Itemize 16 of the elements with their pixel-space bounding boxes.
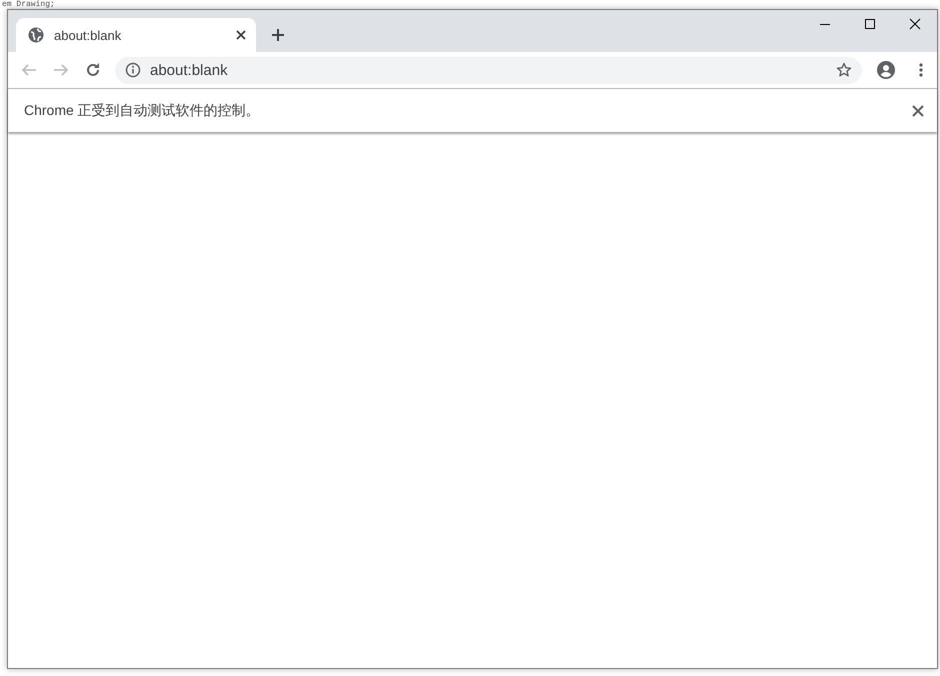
tab[interactable]: about:blank xyxy=(16,18,256,52)
maximize-icon[interactable] xyxy=(864,18,876,30)
reload-icon[interactable] xyxy=(85,62,101,78)
star-icon[interactable] xyxy=(836,62,852,78)
info-icon xyxy=(125,62,141,78)
plus-icon[interactable] xyxy=(271,28,285,42)
address-bar[interactable]: about:blank xyxy=(115,56,862,84)
close-icon[interactable] xyxy=(236,30,246,40)
menu-icon[interactable] xyxy=(919,63,923,77)
background-text: em Drawing; xyxy=(2,0,55,9)
infobar-message: Chrome 正受到自动测试软件的控制。 xyxy=(24,102,260,120)
close-icon[interactable] xyxy=(908,18,920,30)
close-icon[interactable] xyxy=(912,104,924,116)
globe-icon xyxy=(28,27,44,43)
url-text: about:blank xyxy=(150,62,228,78)
profile-icon[interactable] xyxy=(877,61,895,79)
